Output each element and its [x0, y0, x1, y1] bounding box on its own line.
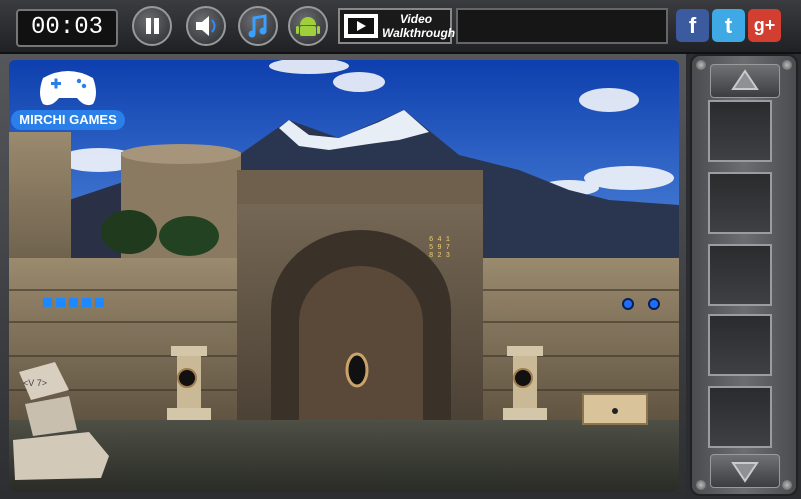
video-walkthrough-button[interactable]: Video Walkthrough	[338, 8, 456, 44]
inventory-slot[interactable]	[708, 244, 772, 306]
top-toolbar: 00:03 Video Walkthrough f t g+	[0, 0, 801, 54]
bolt	[696, 480, 706, 490]
inventory-slot[interactable]	[708, 172, 772, 234]
gate-door[interactable]	[299, 266, 423, 428]
game-timer: 00:03	[16, 9, 118, 47]
ad-placeholder	[456, 8, 668, 44]
number-code: 6 4 1 5 9 7 8 2 3	[429, 236, 450, 260]
blue-dot[interactable]	[648, 298, 660, 310]
right-wall	[479, 258, 679, 428]
walkthrough-label-line1: Video	[399, 12, 433, 26]
pause-button[interactable]	[132, 6, 172, 46]
bolt	[782, 60, 792, 70]
code-row: 8 2 3	[429, 252, 451, 260]
android-button[interactable]	[288, 6, 328, 46]
inventory-slot[interactable]	[708, 386, 772, 448]
film-icon	[344, 14, 378, 38]
music-icon	[248, 14, 267, 38]
sound-icon	[196, 16, 216, 36]
logo-text: MIRCHI GAMES	[11, 110, 125, 130]
floor	[9, 420, 679, 492]
inventory-down-button[interactable]	[710, 454, 780, 488]
facebook-button[interactable]: f	[676, 9, 709, 42]
twitter-button[interactable]: t	[712, 9, 745, 42]
music-button[interactable]	[238, 6, 278, 46]
gamepad-icon	[40, 71, 96, 106]
mirchi-games-logo[interactable]: MIRCHI GAMES	[9, 60, 129, 132]
inventory-slot[interactable]	[708, 100, 772, 162]
bolt	[696, 60, 706, 70]
inventory-panel	[690, 54, 798, 496]
walkthrough-label-line2: Walkthrough	[382, 26, 456, 40]
game-scene: 6 4 1 5 9 7 8 2 3 <V 7> MIRCHI GAMES	[9, 60, 679, 492]
door-keyhole[interactable]	[345, 352, 369, 388]
blue-dot[interactable]	[622, 298, 634, 310]
bolt	[782, 480, 792, 490]
google-plus-button[interactable]: g+	[748, 9, 781, 42]
code-row: 5 9 7	[429, 244, 451, 252]
arrow-down-icon	[731, 462, 759, 483]
pause-icon	[146, 18, 159, 34]
sound-button[interactable]	[186, 6, 226, 46]
android-icon	[296, 17, 320, 36]
inventory-slot[interactable]	[708, 314, 772, 376]
wooden-box[interactable]	[582, 393, 648, 425]
arrow-up-icon	[731, 69, 759, 90]
code-row: 6 4 1	[429, 236, 451, 244]
rock-clue: <V 7>	[23, 378, 48, 388]
inventory-up-button[interactable]	[710, 64, 780, 98]
